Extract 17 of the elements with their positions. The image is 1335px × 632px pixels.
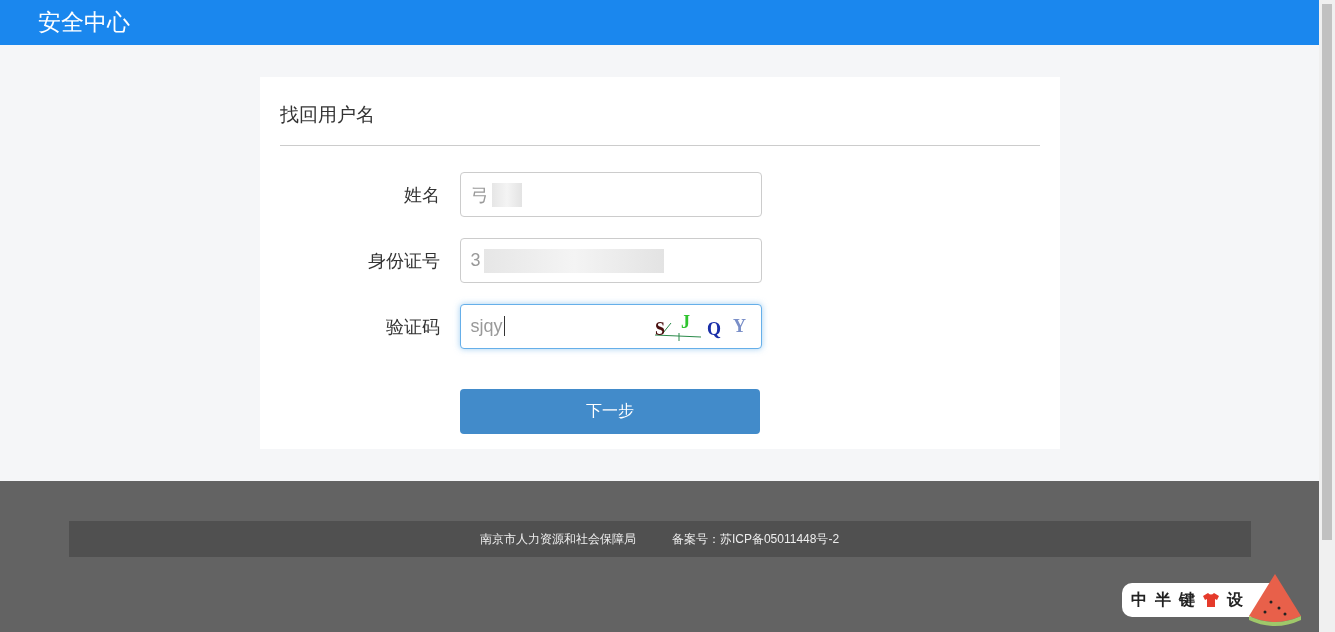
footer-text: 备案号：苏ICP备05011448号-2 [671, 530, 840, 548]
input-field[interactable]: sjqy S J Q Y [459, 304, 762, 349]
captcha-image[interactable]: S J Q Y [650, 309, 751, 345]
watermelon-icon [1247, 572, 1303, 628]
ime-key[interactable]: 半 [1155, 589, 1171, 611]
scrollbar[interactable] [1319, 0, 1335, 632]
field-label: 姓名 [402, 183, 441, 207]
field-label: 身份证号 [366, 249, 441, 273]
shirt-icon[interactable] [1203, 593, 1219, 607]
ime-key[interactable]: 键 [1179, 589, 1195, 611]
footer-text: 南京市人力资源和社会保障局 [479, 530, 636, 548]
field-label: 验证码 [384, 315, 441, 339]
ime-key[interactable]: 中 [1131, 589, 1147, 611]
ime-key[interactable]: 设 [1227, 589, 1243, 611]
form-title: 找回用户名 [279, 77, 1040, 146]
header-title: 安全中心 [38, 8, 130, 37]
next-button[interactable]: 下一步 [459, 389, 760, 434]
